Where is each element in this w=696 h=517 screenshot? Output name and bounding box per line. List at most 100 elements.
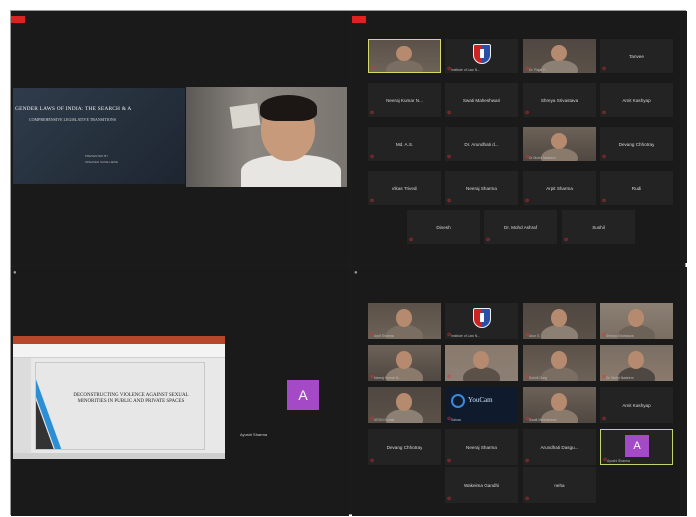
participant-caption: Arun S. — [529, 334, 541, 338]
participant-tile[interactable]: Tanvee ⊘ — [600, 39, 673, 73]
participant-tile[interactable]: Sushil ⊘ — [562, 210, 635, 244]
mic-muted-icon: ⊘ — [602, 110, 607, 116]
participant-name: Ayushi Sharma — [240, 432, 268, 437]
participant-caption: Shreya Srivastava — [606, 334, 634, 338]
participant-avatar: A — [625, 435, 649, 457]
participant-caption: Dr. Rajat P... — [529, 68, 548, 72]
participant-name: Rudi — [631, 185, 642, 191]
slide-line: PRESENTED BY — [85, 154, 109, 158]
slide-subtitle: COMPREHENSIVE LEGISLATIVE TRANSITIONS — [29, 117, 117, 122]
participant-tile[interactable]: Dr. Rajat P... ⊘ — [523, 39, 596, 73]
participant-name: Wakeima Gandhi — [463, 482, 500, 488]
participant-avatar[interactable]: A — [287, 380, 319, 410]
participant-tile[interactable]: Neeraj Kumar N... ⊘ — [368, 345, 441, 381]
speaker-video[interactable] — [186, 87, 347, 187]
participant-name: Devang Chhotray — [618, 141, 655, 147]
participant-tile[interactable]: Institute of Law N... ⊘ — [445, 303, 518, 339]
mic-muted-icon: ⊘ — [602, 154, 607, 160]
mic-muted-icon: ⊘ — [370, 332, 375, 338]
participant-tile[interactable]: ⊘ — [445, 345, 518, 381]
quadrant-top-right: ⊘ Institute of Law N... ⊘ Dr. Rajat P... ⊘ Ta… — [352, 11, 687, 263]
participant-tile[interactable]: YouCam Sahaa ⊘ — [445, 387, 518, 423]
participant-name: Sushil — [592, 224, 605, 230]
participant-caption: Institute of Law N... — [451, 334, 481, 338]
mic-muted-icon: ⊘ — [525, 416, 530, 422]
mic-muted-icon: ⊘ — [486, 237, 491, 243]
participant-name: Swati Maheshwari — [462, 97, 501, 103]
participant-tile[interactable]: Arpit Sharma ⊘ — [523, 171, 596, 205]
participant-name: Neeraj Sharma — [466, 185, 497, 191]
participant-name: Neeraj Kumar N... — [386, 97, 423, 103]
mic-muted-icon: ⊘ — [602, 66, 607, 72]
participant-tile[interactable]: Dr. Mohd Ashraf ⊘ — [484, 210, 557, 244]
participant-tile[interactable]: ARUN Kumar ⊘ — [368, 387, 441, 423]
institute-logo — [472, 44, 491, 64]
mic-muted-icon: ⊘ — [370, 416, 375, 422]
mic-muted-icon: ⊘ — [525, 198, 530, 204]
participant-name: Vikas Trivedi — [391, 185, 418, 191]
participant-caption: Arpit Sharma — [374, 334, 394, 338]
participant-tile[interactable]: Amit Kashyap ⊘ — [600, 83, 673, 117]
mic-muted-icon: ⊘ — [447, 496, 452, 502]
participant-tile[interactable]: Neeraj Kumar N... ⊘ — [368, 83, 441, 117]
participant-tile[interactable]: Arundhati Dasgu... ⊘ — [523, 429, 596, 465]
participant-tile[interactable]: Shreya Srivastava ⊘ — [600, 303, 673, 339]
participant-tile[interactable]: ⊘ — [368, 39, 441, 73]
participant-tile[interactable]: Arun S. ⊘ — [523, 303, 596, 339]
participant-tile[interactable]: Arpit Sharma ⊘ — [368, 303, 441, 339]
participant-tile[interactable]: Swati Maheshwari ⊘ — [445, 83, 518, 117]
powerpoint-window[interactable]: DECONSTRUCTING VIOLENCE AGAINST SEXUAL M… — [13, 336, 225, 459]
mic-muted-icon: ⊘ — [602, 198, 607, 204]
participant-tile[interactable]: Wakeima Gandhi ⊘ — [445, 467, 518, 503]
participant-tile[interactable]: Devang Chhotray ⊘ — [600, 127, 673, 161]
participant-tile[interactable]: Dinesh ⊘ — [407, 210, 480, 244]
participant-name: Devang Chhotray — [386, 444, 423, 450]
mic-muted-icon: ⊘ — [370, 198, 375, 204]
participant-tile[interactable]: Neeraj Sharma ⊘ — [445, 171, 518, 205]
mic-muted-icon: ⊘ — [371, 65, 376, 71]
quadrant-top-left: GENDER LAWS OF INDIA: THE SEARCH & A COM… — [11, 11, 349, 263]
mic-muted-icon: ⊘ — [447, 416, 452, 422]
mic-muted-icon: ⊘ — [447, 332, 452, 338]
participant-tile[interactable]: neha ⊘ — [523, 467, 596, 503]
participant-tile[interactable]: Md. A.S. ⊘ — [368, 127, 441, 161]
participant-tile[interactable]: Rudi ⊘ — [600, 171, 673, 205]
record-indicator — [11, 16, 25, 23]
mic-muted-icon: ⊘ — [525, 110, 530, 116]
participant-tile[interactable]: Shreya Srivastava ⊘ — [523, 83, 596, 117]
participant-tile[interactable]: A Ayushi Sharma ⊘ — [600, 429, 673, 465]
participant-name: Arpit Sharma — [546, 185, 573, 191]
participant-tile[interactable]: Swati Maheshwari ⊘ — [523, 387, 596, 423]
participant-tile[interactable]: Institute of Law N... ⊘ — [445, 39, 518, 73]
participant-caption: Sahaa — [451, 418, 461, 422]
mic-muted-icon: ⊘ — [525, 374, 530, 380]
participant-name: Neeraj Sharma — [466, 444, 497, 450]
participant-tile[interactable]: Sukriti Garg ⊘ — [523, 345, 596, 381]
youcam-logo-icon — [451, 394, 465, 408]
participant-name: Amit Kashyap — [622, 97, 651, 103]
participant-tile[interactable]: Neeraj Sharma ⊘ — [445, 429, 518, 465]
ppt-slide: DECONSTRUCTING VIOLENCE AGAINST SEXUAL M… — [35, 362, 205, 450]
participant-tile[interactable]: Dr Mohd Nadeem ⊘ — [523, 127, 596, 161]
participant-tile[interactable]: Dr. Mohd Nadeem ⊘ — [600, 345, 673, 381]
mic-muted-icon: ⊘ — [564, 237, 569, 243]
participant-tile[interactable]: Amit Kashyap ⊘ — [600, 387, 673, 423]
participant-name: neha — [554, 482, 565, 488]
participant-name: Md. A.S. — [395, 141, 414, 147]
participant-name: Dr. Arundhati d... — [464, 141, 499, 147]
mic-muted-icon: ⊘ — [525, 66, 530, 72]
participant-tile[interactable]: Devang Chhotray ⊘ — [368, 429, 441, 465]
mic-muted-icon: ⊘ — [447, 66, 452, 72]
mic-muted-icon: ⊘ — [602, 416, 607, 422]
participant-caption: Swati Maheshwari — [529, 418, 557, 422]
mic-muted-icon: ⊘ — [447, 154, 452, 160]
participant-tile[interactable]: Vikas Trivedi ⊘ — [368, 171, 441, 205]
record-indicator — [352, 16, 366, 23]
participant-tile[interactable]: Dr. Arundhati d... ⊘ — [445, 127, 518, 161]
slide-title: GENDER LAWS OF INDIA: THE SEARCH & A — [15, 106, 132, 112]
mic-muted-icon: ⊘ — [525, 496, 530, 502]
mic-muted-icon: ⊘ — [525, 154, 530, 160]
participant-caption: Neeraj Kumar N... — [374, 376, 402, 380]
mic-muted-icon: ⊘ — [603, 457, 608, 463]
mic-muted-icon: ⊘ — [447, 198, 452, 204]
